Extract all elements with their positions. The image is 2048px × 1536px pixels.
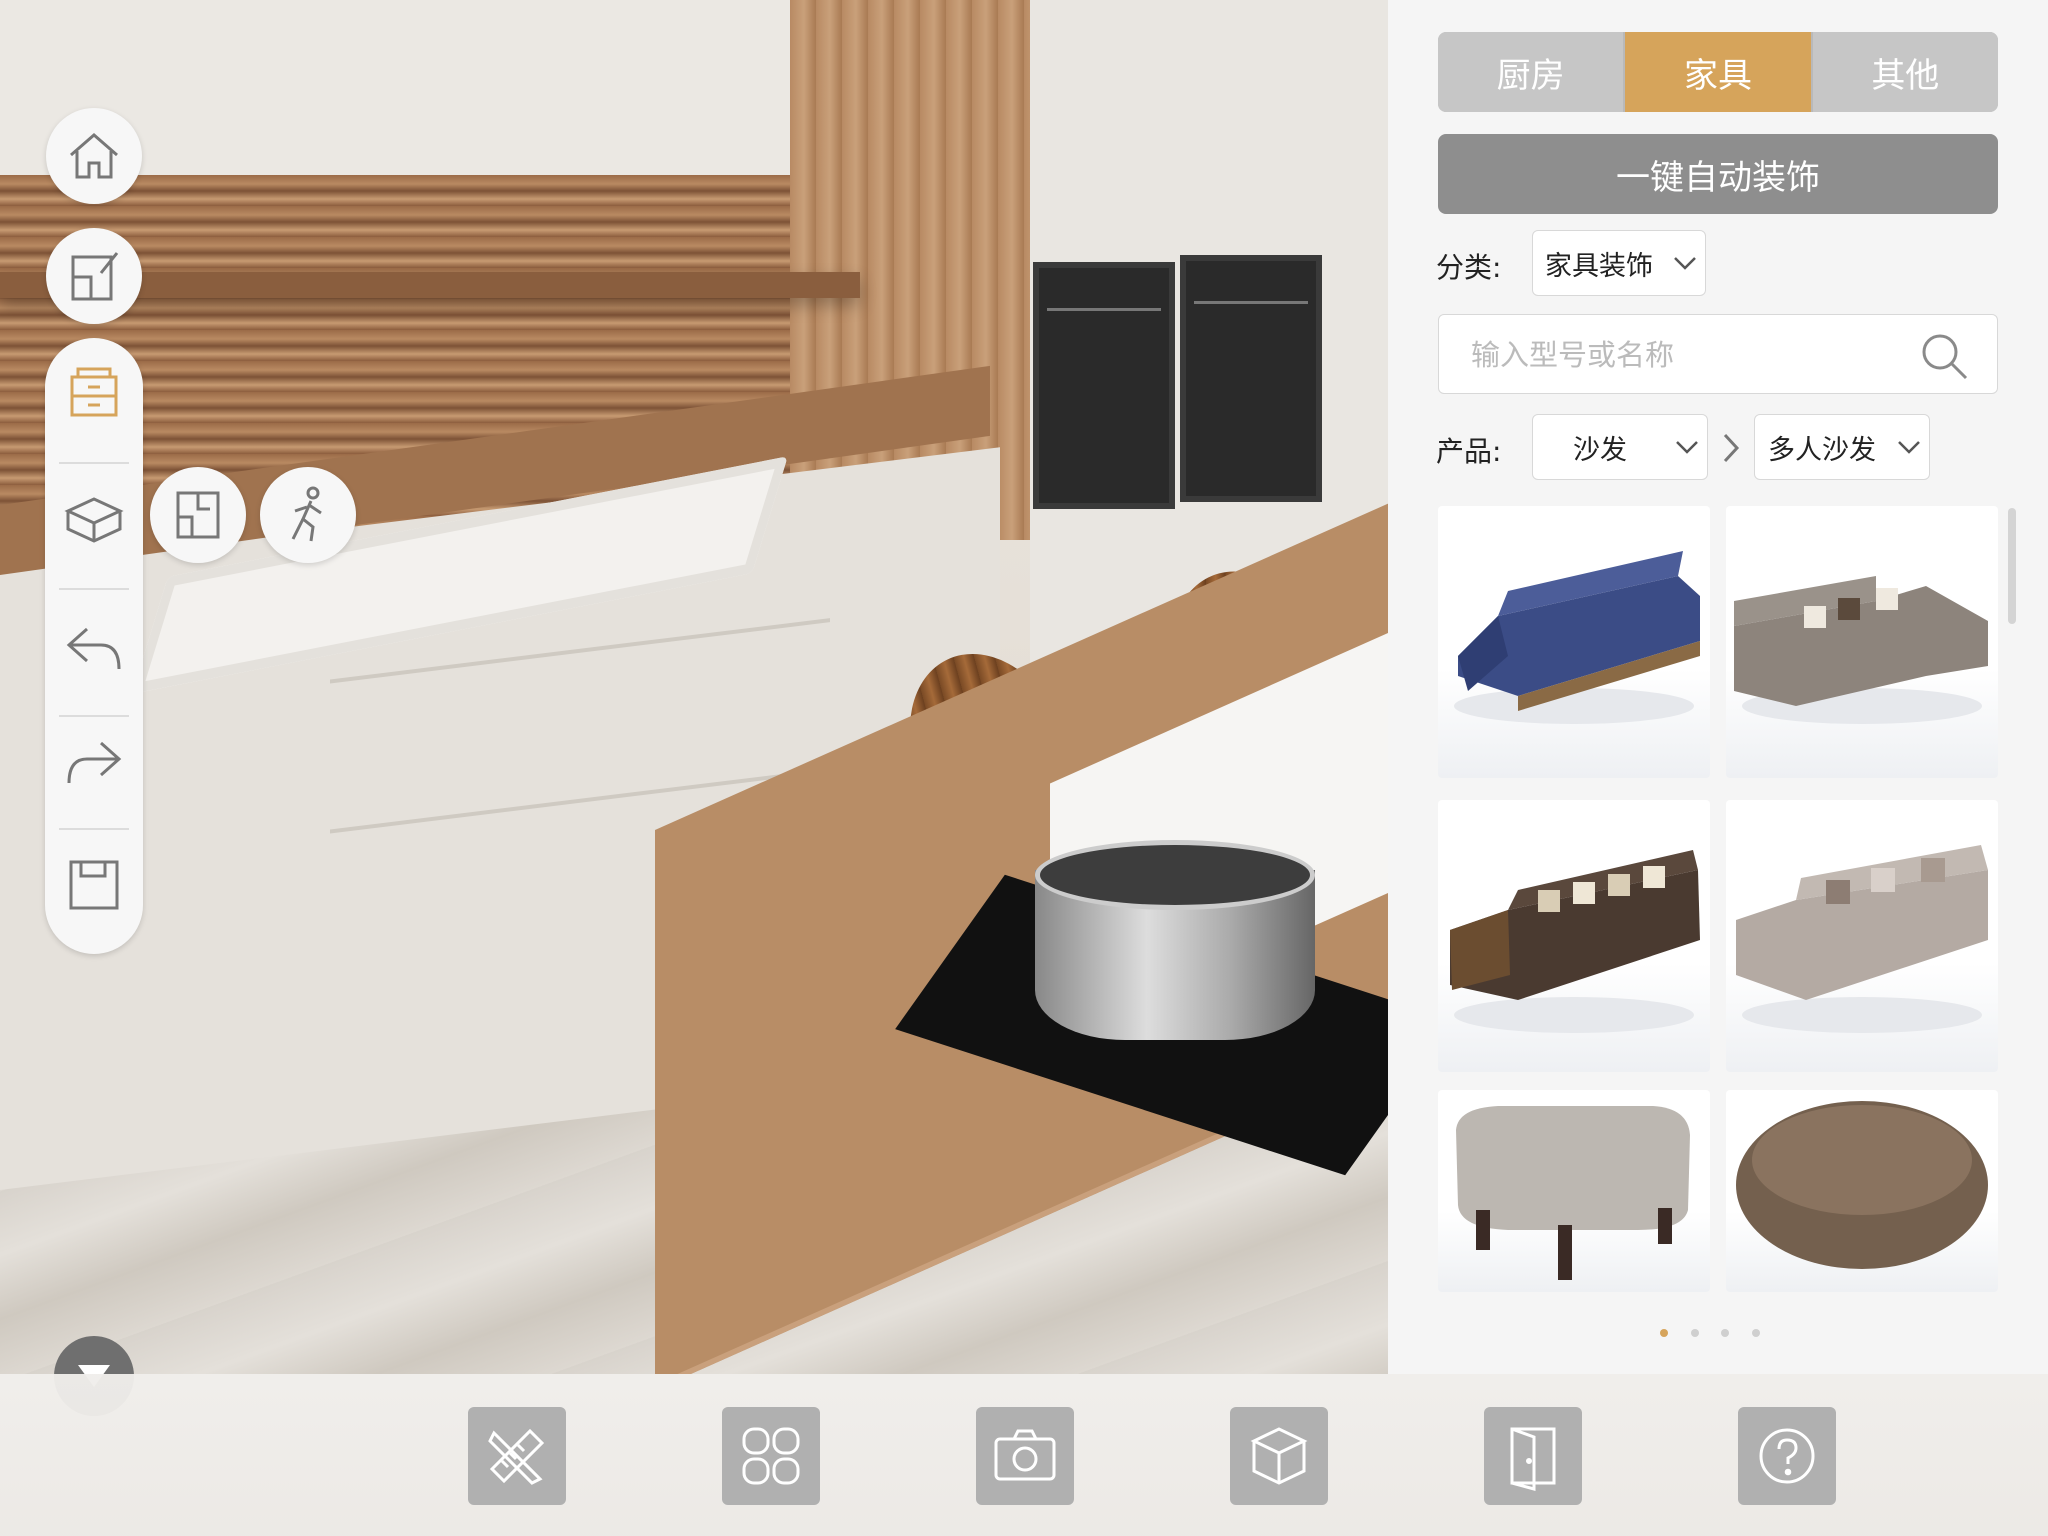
- floorplan-edit-icon: [71, 252, 119, 301]
- search-icon[interactable]: [1919, 331, 1969, 381]
- product-type-select[interactable]: 沙发: [1532, 414, 1708, 480]
- product-card-blue-sofa[interactable]: [1438, 506, 1710, 778]
- 3d-viewport[interactable]: [0, 0, 1388, 1374]
- product-card-round-pouf[interactable]: [1726, 1090, 1998, 1292]
- sofa-thumbnail: [1734, 576, 1988, 724]
- page-dot[interactable]: [1721, 1329, 1730, 1337]
- floorplan-2d-button[interactable]: [150, 467, 246, 563]
- 3d-box-view-button[interactable]: [45, 464, 143, 574]
- search-input[interactable]: [1469, 315, 1913, 395]
- help-icon: [1759, 1428, 1815, 1484]
- cabinet-icon: [70, 367, 118, 417]
- category-label: 分类:: [1436, 251, 1502, 284]
- upper-cabinet: [270, 0, 793, 175]
- undo-icon: [66, 627, 121, 670]
- chevron-down-icon: [1665, 256, 1705, 270]
- measure-button[interactable]: [468, 1407, 566, 1505]
- category-select[interactable]: 家具装饰: [1532, 230, 1706, 296]
- category-select-value: 家具装饰: [1545, 250, 1653, 282]
- category-tabs: 厨房 家具 其他: [1438, 32, 1998, 112]
- save-icon: [69, 860, 119, 910]
- ruler-pencil-icon: [488, 1428, 545, 1485]
- 3d-model-button[interactable]: [1230, 1407, 1328, 1505]
- separator: [59, 588, 129, 590]
- search-box: [1438, 314, 1998, 395]
- product-subtype-value: 多人沙发: [1768, 434, 1876, 466]
- tab-kitchen[interactable]: 厨房: [1438, 32, 1626, 112]
- walking-person-icon: [291, 486, 322, 542]
- undo-button[interactable]: [45, 594, 143, 704]
- camera-button[interactable]: [976, 1407, 1074, 1505]
- sofa-thumbnail: [1736, 845, 1988, 1033]
- layout-button[interactable]: [722, 1407, 820, 1505]
- left-toolbar: [45, 338, 143, 954]
- product-subtype-select[interactable]: 多人沙发: [1754, 414, 1930, 480]
- product-type-value: 沙发: [1573, 434, 1627, 466]
- redo-icon: [67, 741, 122, 784]
- home-icon: [70, 133, 118, 179]
- save-button[interactable]: [45, 830, 143, 940]
- door-button[interactable]: [1484, 1407, 1582, 1505]
- cabinet-view-button[interactable]: [45, 338, 143, 448]
- door-icon: [1510, 1427, 1556, 1491]
- page-dot[interactable]: [1751, 1329, 1760, 1337]
- edit-floorplan-button[interactable]: [46, 228, 142, 324]
- pouf-thumbnail: [1736, 1101, 1988, 1269]
- chevron-right-icon: [1723, 433, 1740, 463]
- chevron-down-icon: [1889, 440, 1929, 454]
- product-card-grey-l-sofa[interactable]: [1726, 506, 1998, 778]
- floorplan-icon: [176, 491, 220, 539]
- ottoman-thumbnail: [1456, 1106, 1690, 1280]
- page-indicator: [1660, 1326, 1760, 1340]
- oven: [1180, 255, 1322, 502]
- sofa-thumbnail: [1454, 551, 1700, 724]
- scrollbar[interactable]: [2008, 508, 2016, 624]
- oven: [1033, 262, 1175, 509]
- pot: [1035, 840, 1315, 1040]
- auto-decorate-button[interactable]: 一键自动装饰: [1438, 134, 1998, 214]
- cube-icon: [1250, 1427, 1308, 1485]
- page-dot[interactable]: [1660, 1329, 1668, 1337]
- product-card-ottoman[interactable]: [1438, 1090, 1710, 1292]
- box-3d-icon: [64, 497, 124, 543]
- camera-icon: [994, 1429, 1056, 1481]
- walk-mode-button[interactable]: [260, 467, 356, 563]
- redo-button[interactable]: [45, 708, 143, 818]
- bottom-toolbar: [0, 1374, 2048, 1536]
- page-dot[interactable]: [1690, 1329, 1699, 1337]
- catalog-panel: 厨房 家具 其他 一键自动装饰 分类: 家具装饰 产品: 沙发 多人沙发: [1388, 0, 2048, 1374]
- tab-furniture[interactable]: 家具: [1625, 32, 1813, 112]
- home-button[interactable]: [46, 108, 142, 204]
- product-card-brown-sofa[interactable]: [1438, 800, 1710, 1072]
- product-label: 产品:: [1436, 435, 1502, 468]
- help-button[interactable]: [1738, 1407, 1836, 1505]
- grid-four-icon: [742, 1427, 800, 1485]
- product-card-light-grey-sofa[interactable]: [1726, 800, 1998, 1072]
- chevron-down-icon: [1667, 440, 1707, 454]
- tab-other[interactable]: 其他: [1812, 32, 1998, 112]
- sofa-thumbnail: [1450, 850, 1700, 1033]
